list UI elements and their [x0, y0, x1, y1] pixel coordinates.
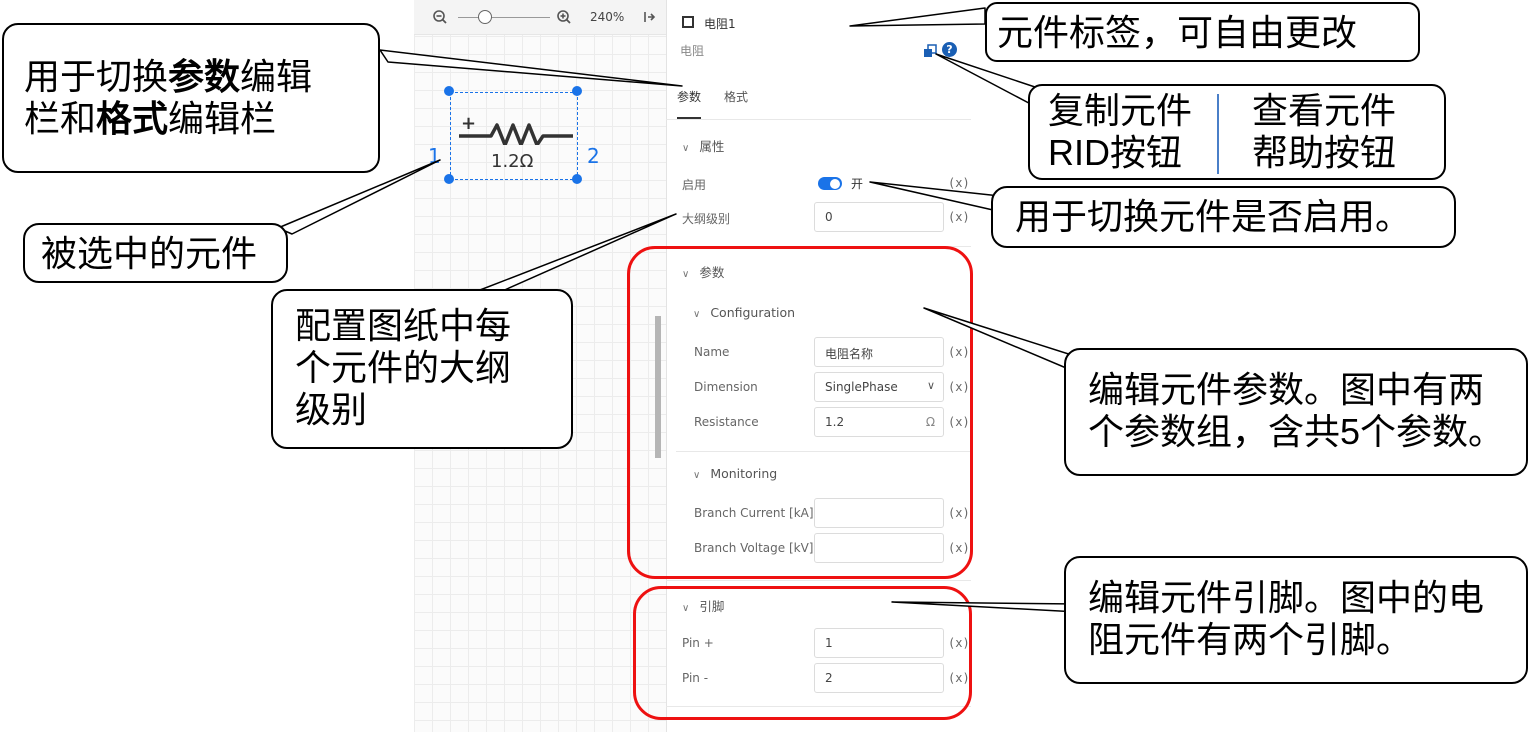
- callout-divider: [1217, 94, 1219, 174]
- callout-outline: 配置图纸中每 个元件的大纲 级别: [271, 289, 573, 449]
- callout-label-text: 元件标签，可自由更改: [997, 12, 1358, 53]
- callout-pins: 编辑元件引脚。图中的电 阻元件有两个引脚。: [1064, 556, 1528, 684]
- callout-params: 编辑元件参数。图中有两 个参数组，含共5个参数。: [1064, 348, 1528, 476]
- callout-label: 元件标签，可自由更改: [985, 2, 1420, 62]
- callout-tab-switch: 用于切换参数编辑 栏和格式编辑栏: [2, 23, 380, 173]
- callout-selected-text: 被选中的元件: [41, 233, 258, 274]
- callout-pins-text: 编辑元件引脚。图中的电 阻元件有两个引脚。: [1088, 577, 1485, 660]
- callout-params-text: 编辑元件参数。图中有两 个参数组，含共5个参数。: [1088, 369, 1505, 452]
- callout-selected: 被选中的元件: [23, 223, 288, 283]
- callout-outline-text: 配置图纸中每 个元件的大纲 级别: [295, 305, 512, 430]
- callout-enable: 用于切换元件是否启用。: [991, 186, 1456, 248]
- callout-enable-text: 用于切换元件是否启用。: [1015, 196, 1412, 237]
- callout-copy-rid-text: 复制元件 RID按钮: [1048, 90, 1193, 173]
- callout-buttons: 复制元件 RID按钮 查看元件 帮助按钮: [1028, 84, 1446, 180]
- callout-help-text: 查看元件 帮助按钮: [1252, 90, 1397, 173]
- callout-tab-switch-text: 用于切换参数编辑 栏和格式编辑栏: [24, 56, 313, 139]
